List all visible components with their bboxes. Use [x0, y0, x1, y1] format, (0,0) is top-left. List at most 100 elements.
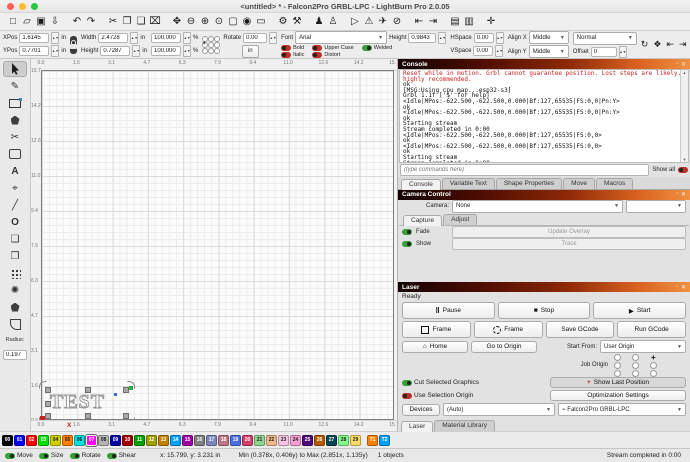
rounded-rectangle-tool[interactable]: [3, 146, 27, 162]
job-origin-dot[interactable]: [614, 370, 621, 377]
measure-tool[interactable]: ╱: [3, 197, 27, 213]
layer-color-15[interactable]: 15: [182, 435, 193, 446]
height-stepper[interactable]: ▲▼: [132, 45, 140, 57]
park-laser-icon[interactable]: ♟: [312, 14, 326, 30]
paste-icon[interactable]: ❏: [134, 14, 148, 30]
align-left-icon[interactable]: ⇤: [412, 14, 426, 30]
layer-color-12[interactable]: 12: [146, 435, 157, 446]
float-icon[interactable]: ▫: [676, 191, 678, 198]
tool-layer-T2[interactable]: T2: [379, 435, 390, 446]
close-icon[interactable]: ✕: [681, 284, 686, 291]
scale-width-input[interactable]: [151, 33, 181, 43]
console-scrollbar[interactable]: ▲▼: [680, 70, 688, 162]
layer-color-21[interactable]: 21: [254, 435, 265, 446]
shape-properties-tool[interactable]: ✺: [3, 282, 27, 298]
laser-head-icon[interactable]: ❖: [653, 39, 661, 50]
xpos-stepper[interactable]: ▲▼: [51, 32, 59, 44]
console-log[interactable]: ▲▼ Reset while in motion. Grbl cannot gu…: [399, 69, 689, 163]
start-from-select[interactable]: User Origin▼: [600, 340, 686, 353]
cut-icon[interactable]: ✂: [106, 14, 120, 30]
tab-move[interactable]: Move: [563, 178, 595, 189]
job-origin-dot[interactable]: [632, 362, 639, 369]
frame-rect-button[interactable]: Frame: [402, 321, 471, 338]
unit-toggle-button[interactable]: in: [242, 45, 259, 58]
console-command-input[interactable]: [400, 164, 649, 176]
ypos-input[interactable]: [19, 46, 49, 56]
align-right-icon[interactable]: ⇥: [426, 14, 440, 30]
font-select[interactable]: Arial▼: [295, 31, 387, 44]
work-area[interactable]: TEST: [41, 70, 394, 420]
close-icon[interactable]: ✕: [681, 61, 686, 68]
grid-array-tool[interactable]: [3, 265, 27, 281]
hspace-input[interactable]: [474, 33, 494, 43]
settings-icon[interactable]: ⚙: [276, 14, 290, 30]
refresh-icon[interactable]: ↻: [641, 39, 649, 50]
xpos-input[interactable]: [19, 33, 49, 43]
frame-circle-button[interactable]: Frame: [474, 321, 543, 338]
job-origin-dot[interactable]: [614, 362, 621, 369]
stop-button[interactable]: ■Stop: [498, 302, 591, 319]
copy-icon[interactable]: ❐: [120, 14, 134, 30]
dock-horizontal-icon[interactable]: ▤: [448, 14, 462, 30]
alignx-select[interactable]: Middle▼: [529, 31, 569, 44]
camera-icon[interactable]: ◉: [240, 14, 254, 30]
close-icon[interactable]: ✕: [681, 191, 686, 198]
text-style-select[interactable]: Normal▼: [573, 32, 637, 45]
scale-width-stepper[interactable]: ▲▼: [183, 32, 191, 44]
move-to-origin-icon[interactable]: ✛: [484, 14, 498, 30]
origin-dot[interactable]: [214, 48, 220, 54]
hspace-stepper[interactable]: ▲▼: [496, 32, 504, 44]
scale-height-input[interactable]: [151, 46, 181, 56]
scale-height-stepper[interactable]: ▲▼: [183, 45, 191, 57]
open-file-icon[interactable]: ▱: [20, 14, 34, 30]
layer-color-02[interactable]: 02: [26, 435, 37, 446]
use-selection-origin-toggle[interactable]: Use Selection Origin: [402, 392, 547, 399]
rotate-input[interactable]: [243, 33, 267, 43]
layer-color-06[interactable]: 06: [74, 435, 85, 446]
layer-color-13[interactable]: 13: [158, 435, 169, 446]
vspace-stepper[interactable]: ▲▼: [495, 45, 503, 57]
resize-handle[interactable]: [85, 387, 91, 393]
float-icon[interactable]: ▫: [676, 61, 678, 68]
copy-array-tool[interactable]: ❐: [3, 248, 27, 264]
font-height-input[interactable]: [408, 33, 436, 43]
save-icon[interactable]: ▣: [34, 14, 48, 30]
pause-button[interactable]: ‖Pause: [402, 302, 495, 319]
corner-radius-tool[interactable]: [3, 316, 27, 332]
italic-toggle[interactable]: Italic: [281, 52, 304, 58]
camera-header[interactable]: Camera Control ▫✕: [398, 190, 690, 200]
tab-material-library[interactable]: Material Library: [434, 420, 495, 431]
device-settings-icon[interactable]: ⚒: [290, 14, 304, 30]
distort-toggle[interactable]: Distort: [312, 52, 353, 58]
layer-color-05[interactable]: 05: [62, 435, 73, 446]
layer-color-24[interactable]: 24: [290, 435, 301, 446]
bold-toggle[interactable]: Bold: [281, 45, 304, 51]
canvas[interactable]: 0.01.63.14.76.37.99.411.012.614.215.7 15…: [31, 59, 397, 431]
align-right-edges-icon[interactable]: ⇥: [679, 39, 687, 50]
aspect-lock-button[interactable]: [70, 36, 77, 54]
layer-color-19[interactable]: 19: [230, 435, 241, 446]
vspace-input[interactable]: [473, 46, 493, 56]
resize-handle[interactable]: [85, 413, 91, 419]
trace-button[interactable]: Trace: [452, 238, 686, 250]
width-input[interactable]: [98, 33, 128, 43]
width-stepper[interactable]: ▲▼: [130, 32, 138, 44]
layer-color-17[interactable]: 17: [206, 435, 217, 446]
tab-shape-properties[interactable]: Shape Properties: [496, 178, 562, 189]
height-input[interactable]: [100, 46, 130, 56]
new-file-icon[interactable]: □: [6, 14, 20, 30]
run-gcode-button[interactable]: Run GCode: [617, 321, 686, 338]
rotate-stepper[interactable]: ▲▼: [269, 32, 277, 44]
size-snap-toggle[interactable]: Size: [39, 452, 64, 459]
offset-shapes-tool[interactable]: O: [3, 214, 27, 230]
text-tool[interactable]: A: [3, 163, 27, 179]
devices-button[interactable]: Devices: [402, 404, 440, 416]
layer-color-11[interactable]: 11: [134, 435, 145, 446]
camera-lens-select[interactable]: ▼: [626, 200, 686, 213]
cut-warning-icon[interactable]: ⚠: [362, 14, 376, 30]
uppercase-toggle[interactable]: Upper Case: [312, 45, 353, 51]
show-toggle[interactable]: [402, 241, 412, 247]
layer-color-23[interactable]: 23: [278, 435, 289, 446]
layer-color-29[interactable]: 29: [350, 435, 361, 446]
undo-icon[interactable]: ↶: [70, 14, 84, 30]
